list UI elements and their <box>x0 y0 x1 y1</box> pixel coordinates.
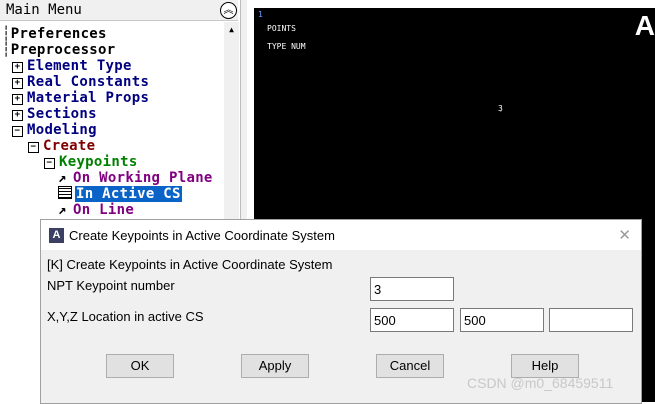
collapse-icon[interactable]: − <box>28 142 39 153</box>
menu-item-in-active-cs[interactable]: In Active CS <box>58 186 182 202</box>
keypoint-number-input[interactable]: 3 <box>370 277 454 301</box>
cancel-button[interactable]: Cancel <box>376 354 444 378</box>
grid-icon <box>58 186 72 199</box>
menu-item-on-line[interactable]: ↗ On Line <box>58 202 134 218</box>
menu-scrollbar[interactable]: ▲ <box>224 22 239 222</box>
apply-button[interactable]: Apply <box>241 354 309 378</box>
expand-icon[interactable]: + <box>12 62 23 73</box>
double-chevron-up-icon[interactable]: ︽ <box>220 2 237 19</box>
y-coordinate-input[interactable]: 500 <box>460 308 544 332</box>
menu-item-material-props[interactable]: + Material Props <box>12 90 149 106</box>
tree-line-icon: ┆ <box>2 26 11 42</box>
collapse-icon[interactable]: − <box>44 158 55 169</box>
arrow-icon: ↗ <box>58 170 67 186</box>
expand-icon[interactable]: + <box>12 78 23 89</box>
menu-item-real-constants[interactable]: + Real Constants <box>12 74 149 90</box>
x-coordinate-input[interactable]: 500 <box>370 308 454 332</box>
window-number: 1 <box>258 10 263 19</box>
menu-item-preprocessor[interactable]: ┆Preprocessor <box>2 42 115 58</box>
main-menu-title: Main Menu <box>6 2 82 18</box>
menu-item-element-type[interactable]: + Element Type <box>12 58 132 74</box>
menu-item-modeling[interactable]: − Modeling <box>12 122 97 138</box>
keypoint-dot: · <box>499 108 503 115</box>
ok-button[interactable]: OK <box>106 354 174 378</box>
expand-icon[interactable]: + <box>12 110 23 121</box>
collapse-icon[interactable]: − <box>12 126 23 137</box>
dialog-heading: [K] Create Keypoints in Active Coordinat… <box>47 257 333 272</box>
ansys-logo: A <box>634 10 655 41</box>
tree-line-icon: ┆ <box>2 42 11 58</box>
menu-item-sections[interactable]: + Sections <box>12 106 97 122</box>
expand-icon[interactable]: + <box>12 94 23 105</box>
scroll-up-icon[interactable]: ▲ <box>224 22 239 37</box>
menu-item-create[interactable]: − Create <box>28 138 95 154</box>
menu-item-on-working-plane[interactable]: ↗ On Working Plane <box>58 170 213 186</box>
npt-label: NPT Keypoint number <box>47 278 175 293</box>
dialog-title: Create Keypoints in Active Coordinate Sy… <box>69 228 335 243</box>
menu-item-keypoints[interactable]: − Keypoints <box>44 154 138 170</box>
watermark: CSDN @m0_68459511 <box>467 375 614 391</box>
type-num-label: TYPE NUM <box>267 42 306 51</box>
ansys-app-icon: A <box>49 228 64 243</box>
close-icon[interactable]: ✕ <box>618 226 631 244</box>
main-menu-header: Main Menu ︽ <box>0 0 238 21</box>
points-label: POINTS <box>267 24 296 33</box>
arrow-icon: ↗ <box>58 202 67 218</box>
menu-item-preferences[interactable]: ┆Preferences <box>2 26 107 42</box>
xyz-label: X,Y,Z Location in active CS <box>47 309 204 324</box>
dialog-titlebar[interactable]: A Create Keypoints in Active Coordinate … <box>41 220 641 250</box>
z-coordinate-input[interactable] <box>549 308 633 332</box>
